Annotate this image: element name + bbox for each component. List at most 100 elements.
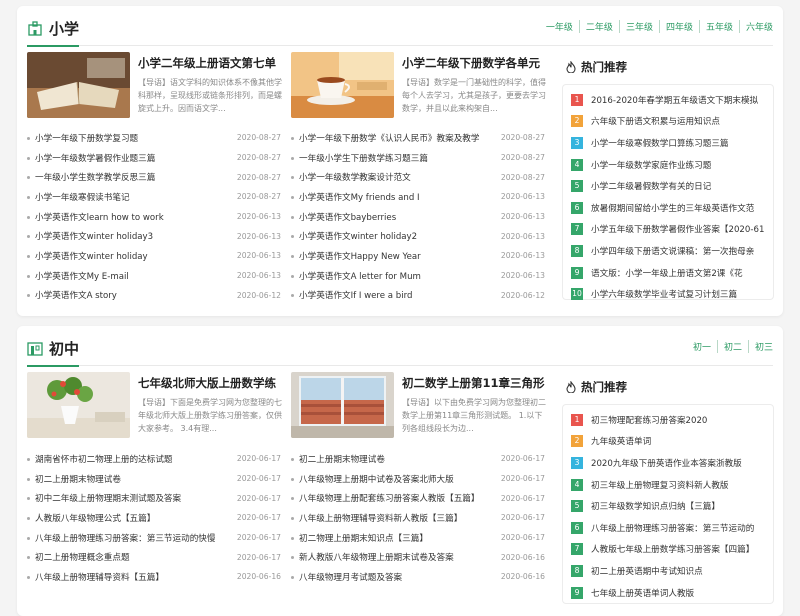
grade-tab[interactable]: 六年级 [740,20,773,33]
section-header: 初中 初一 初二 初三 [27,326,773,367]
list-item[interactable]: 初二上册物理概念重点题 2020-06-17 [27,547,281,567]
list-item[interactable]: 小学英语作文My friends and I 2020-06-13 [291,187,545,207]
featured-title[interactable]: 小学二年级下册数学各单元 [402,55,548,71]
list-item[interactable]: 小学英语作文A letter for Mum 2020-06-13 [291,266,545,286]
list-item[interactable]: 八年级上册物理练习册答案：第三节运动的快慢 2020-06-17 [27,528,281,548]
list-item[interactable]: 小学英语作文winter holiday3 2020-06-13 [27,226,281,246]
grade-tab[interactable]: 五年级 [700,20,740,33]
list-item[interactable]: 小学英语作文Happy New Year 2020-06-13 [291,246,545,266]
hot-item[interactable]: 3 2020九年级下册英语作业本答案浙教版 [563,452,773,474]
list-item[interactable]: 一年级小学生数学教学反思三篇 2020-08-27 [27,167,281,187]
list-item[interactable]: 八年级上册物理辅导资料新人教版【三篇】 2020-06-17 [291,508,545,528]
hot-item[interactable]: 1 初三物理配套练习册答案2020 [563,409,773,431]
article-list-middle: 小学一年级下册数学《认识人民币》教案及教学 2020-08-27 一年级小学生下册… [291,128,545,305]
hot-item[interactable]: 5 小学二年级暑假数学有关的日记 [563,175,773,197]
list-item[interactable]: 小学英语作文bayberries 2020-06-13 [291,207,545,227]
flame-icon [566,61,576,73]
rank-badge: 6 [571,201,583,214]
featured-title[interactable]: 初二数学上册第11章三角形 [402,375,548,391]
hot-item[interactable]: 7 人教版七年级上册数学练习册答案【四篇】 [563,539,773,561]
list-item[interactable]: 小学英语作文A story 2020-06-12 [27,286,281,306]
list-item[interactable]: 小学一年级下册数学《认识人民币》教案及教学 2020-08-27 [291,128,545,148]
grade-tab[interactable]: 初二 [718,340,749,353]
list-item[interactable]: 小学英语作文If I were a bird 2020-06-12 [291,286,545,306]
section-title[interactable]: 小学 [27,16,80,47]
list-item[interactable]: 小学一年级下册数学复习题 2020-08-27 [27,128,281,148]
grade-tabs: 一年级 二年级 三年级 四年级 五年级 六年级 [540,20,773,33]
hot-item[interactable]: 1 2016-2020年春学期五年级语文下期末模拟 [563,89,773,111]
featured-summary: 【导语】下面是免费学习网为您整理的七年级北师大版上册数学练习册答案，仅供大家参考… [138,398,282,433]
list-item[interactable]: 湖南省怀市初二物理上册的达标试题 2020-06-17 [27,449,281,469]
article-list-left: 湖南省怀市初二物理上册的达标试题 2020-06-17 初二上册期末物理试卷 202… [27,449,281,587]
list-item[interactable]: 八年级物理上册期中试卷及答案北师大版 2020-06-17 [291,469,545,489]
grade-tab[interactable]: 二年级 [580,20,620,33]
featured-summary: 【导语】以下由免费学习网为您整理初二数学上册第11章三角形测试题。 1.以下列各… [402,398,546,433]
hot-item[interactable]: 2 九年级英语单词 [563,431,773,453]
list-item[interactable]: 小学英语作文winter holiday2 2020-06-13 [291,226,545,246]
hot-item[interactable]: 9 七年级上册英语单词人教版 [563,582,773,604]
featured-title[interactable]: 小学二年级上册语文第七单 [138,55,284,71]
section-title[interactable]: 初中 [27,336,80,367]
article-list-left: 小学一年级下册数学复习题 2020-08-27 小学一年级数学暑假作业题三篇 202… [27,128,281,305]
rank-badge: 4 [571,158,583,171]
book-thumbnail[interactable] [27,52,130,118]
featured-article[interactable]: 七年级北师大版上册数学练 【导语】下面是免费学习网为您整理的七年级北师大版上册数… [27,372,282,438]
featured-title[interactable]: 七年级北师大版上册数学练 [138,375,284,391]
building-icon [27,342,43,356]
list-item[interactable]: 八年级上册物理辅导资料【五篇】 2020-06-16 [27,567,281,587]
flower-thumbnail[interactable] [27,372,130,438]
hot-item[interactable]: 5 初三年级数学知识点归纳【三篇】 [563,495,773,517]
junior-high-panel: 初中 初一 初二 初三 七年级北师大版上册数学练 【导语】下面是免费学习网为您整… [17,326,783,616]
grade-tabs: 初一 初二 初三 [687,340,773,353]
hot-item[interactable]: 8 小学四年级下册语文说课稿：第一次抱母亲 [563,240,773,262]
grade-tab[interactable]: 三年级 [620,20,660,33]
list-item[interactable]: 小学一年级数学暑假作业题三篇 2020-08-27 [27,148,281,168]
grade-tab[interactable]: 四年级 [660,20,700,33]
primary-school-panel: 小学 一年级 二年级 三年级 四年级 五年级 六年级 小学二年级上册语文第七单 … [17,6,783,316]
list-item[interactable]: 小学一年级数学教案设计范文 2020-08-27 [291,167,545,187]
list-item[interactable]: 初二上册期末物理试卷 2020-06-17 [291,449,545,469]
hot-item[interactable]: 2 六年级下册语文积累与运用知识点 [563,111,773,133]
hot-item[interactable]: 9 语文版：小学一年级上册语文第2课《花 [563,262,773,284]
hot-recommend-box: 热门推荐 1 2016-2020年春学期五年级语文下期末模拟 2 六年级下册语文积累… [562,60,774,301]
list-item[interactable]: 小学英语作文learn how to work 2020-06-13 [27,207,281,227]
featured-summary: 【导语】数学是一门基础性的科学，值得每个人去学习，尤其是孩子，更要去学习数学，并… [402,78,546,113]
list-item[interactable]: 新人教版八年级物理上册期末试卷及答案 2020-06-16 [291,547,545,567]
list-item[interactable]: 小学一年级寒假读书笔记 2020-08-27 [27,187,281,207]
grade-tab[interactable]: 初一 [687,340,718,353]
list-item[interactable]: 一年级小学生下册数学练习题三篇 2020-08-27 [291,148,545,168]
grade-tab[interactable]: 初三 [749,340,773,353]
hot-item[interactable]: 3 小学一年级寒假数学口算练习题三篇 [563,132,773,154]
hot-item[interactable]: 7 小学五年级下册数学暑假作业答案【2020-61 [563,219,773,241]
list-item[interactable]: 初二物理上册期末知识点【三篇】 2020-06-17 [291,528,545,548]
rank-badge: 7 [571,543,583,556]
hot-item[interactable]: 4 小学一年级数学家庭作业练习题 [563,154,773,176]
rank-badge: 5 [571,180,583,193]
window-thumbnail[interactable] [291,372,394,438]
grade-tab[interactable]: 一年级 [540,20,580,33]
rank-badge: 6 [571,521,583,534]
hot-item[interactable]: 6 八年级上册物理练习册答案：第三节运动的 [563,517,773,539]
list-item[interactable]: 八年级物理上册配套练习册答案人教版【五篇】 2020-06-17 [291,488,545,508]
list-item[interactable]: 八年级物理月考试题及答案 2020-06-16 [291,567,545,587]
hot-item[interactable]: 8 初二上册英语期中考试知识点 [563,560,773,582]
featured-article[interactable]: 初二数学上册第11章三角形 【导语】以下由免费学习网为您整理初二数学上册第11章… [291,372,546,438]
list-item[interactable]: 初中二年级上册物理期末测试题及答案 2020-06-17 [27,488,281,508]
rank-badge: 7 [571,223,583,236]
hot-item[interactable]: 4 初三年级上册物理复习资料新人教版 [563,474,773,496]
featured-article[interactable]: 小学二年级下册数学各单元 【导语】数学是一门基础性的科学，值得每个人去学习，尤其… [291,52,546,118]
list-item[interactable]: 小学英语作文winter holiday 2020-06-13 [27,246,281,266]
list-item[interactable]: 初二上册期末物理试卷 2020-06-17 [27,469,281,489]
rank-badge: 9 [571,586,583,599]
hot-recommend-title: 热门推荐 [565,379,627,395]
hot-item[interactable]: 10 小学六年级数学毕业考试复习计划三篇 [563,283,773,305]
rank-badge: 8 [571,564,583,577]
list-item[interactable]: 人教版八年级物理公式【五篇】 2020-06-17 [27,508,281,528]
tea-thumbnail[interactable] [291,52,394,118]
rank-badge: 8 [571,244,583,257]
hot-item[interactable]: 6 放暑假期间留给小学生的三年级英语作文范 [563,197,773,219]
featured-article[interactable]: 小学二年级上册语文第七单 【导语】语文学科的知识体系不像其他学科那样，呈现线形或… [27,52,282,118]
article-list-middle: 初二上册期末物理试卷 2020-06-17 八年级物理上册期中试卷及答案北师大版 2… [291,449,545,587]
rank-badge: 9 [571,266,583,279]
list-item[interactable]: 小学英语作文My E-mail 2020-06-13 [27,266,281,286]
